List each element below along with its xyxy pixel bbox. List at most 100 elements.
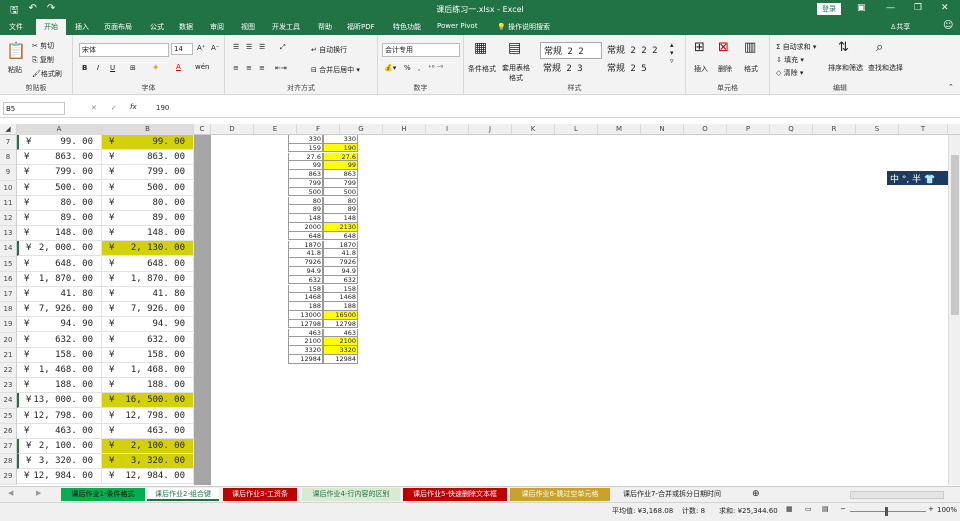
login-button[interactable]: 登录 bbox=[817, 3, 841, 15]
find-select-button[interactable]: 查找和选择 bbox=[868, 63, 903, 73]
sheet-tab-5[interactable]: 课后作业5-快速删除文本框 bbox=[403, 488, 507, 501]
conditional-format-button[interactable]: 条件格式 bbox=[468, 64, 496, 74]
float-cell[interactable]: 190 bbox=[323, 143, 358, 153]
float-cell[interactable]: 1870 bbox=[323, 240, 358, 250]
tab-insert[interactable]: 插入 bbox=[75, 22, 89, 32]
page-break-icon[interactable]: ▤ bbox=[822, 505, 829, 513]
tab-developer[interactable]: 开发工具 bbox=[272, 22, 300, 32]
row-header[interactable]: 9 bbox=[0, 165, 17, 181]
cell-a[interactable]: ¥188. 00 bbox=[17, 378, 102, 394]
float-cell[interactable]: 41.8 bbox=[288, 249, 323, 258]
name-box[interactable]: B5 bbox=[3, 102, 65, 115]
col-header-q[interactable]: Q bbox=[770, 124, 813, 135]
cell-a[interactable]: ¥3, 320. 00 bbox=[17, 454, 102, 470]
row-header[interactable]: 22 bbox=[0, 363, 17, 379]
float-cell[interactable]: 16500 bbox=[323, 311, 358, 320]
wrap-text-button[interactable]: ↵ 自动换行 bbox=[311, 45, 347, 55]
float-cell[interactable]: 7926 bbox=[323, 258, 358, 267]
col-header-s[interactable]: S bbox=[856, 124, 899, 135]
font-size-select[interactable]: 14 bbox=[171, 43, 193, 55]
cut-button[interactable]: ✂ 剪切 bbox=[32, 41, 54, 51]
cell-b[interactable]: ¥16, 500. 00 bbox=[102, 393, 194, 409]
close-icon[interactable]: ✕ bbox=[941, 3, 949, 13]
row-header[interactable]: 14 bbox=[0, 241, 17, 257]
float-cell[interactable]: 330 bbox=[288, 135, 323, 144]
align-center-icon[interactable]: ≡ bbox=[246, 64, 252, 72]
sheet-tab-1[interactable]: 课后作业1-条件格式 bbox=[61, 488, 145, 501]
row-header[interactable]: 11 bbox=[0, 195, 17, 211]
float-cell[interactable]: 12798 bbox=[288, 319, 323, 329]
sort-filter-button[interactable]: 排序和筛选 bbox=[828, 63, 863, 73]
cell-b[interactable]: ¥863. 00 bbox=[102, 150, 194, 166]
cell-b[interactable]: ¥94. 90 bbox=[102, 317, 194, 333]
float-cell[interactable]: 799 bbox=[288, 179, 323, 188]
float-cell[interactable]: 500 bbox=[288, 187, 323, 197]
cell-b[interactable]: ¥463. 00 bbox=[102, 423, 194, 439]
float-cell[interactable]: 27.6 bbox=[323, 152, 358, 162]
float-cell[interactable]: 2130 bbox=[323, 223, 358, 232]
row-header[interactable]: 13 bbox=[0, 226, 17, 242]
tab-features[interactable]: 特色功能 bbox=[393, 22, 421, 32]
float-cell[interactable]: 99 bbox=[288, 161, 323, 170]
row-header[interactable]: 25 bbox=[0, 408, 17, 424]
zoom-in-icon[interactable]: + bbox=[928, 505, 934, 513]
col-header-k[interactable]: K bbox=[512, 124, 555, 135]
smiley-icon[interactable]: ☺ bbox=[943, 20, 953, 31]
cell-a[interactable]: ¥2, 000. 00 bbox=[17, 241, 102, 257]
tab-help[interactable]: 帮助 bbox=[318, 22, 332, 32]
autosum-button[interactable]: Σ 自动求和 ▾ bbox=[776, 42, 816, 52]
cell-a[interactable]: ¥632. 00 bbox=[17, 332, 102, 348]
comma-button[interactable]: , bbox=[418, 64, 420, 72]
row-header[interactable]: 16 bbox=[0, 271, 17, 287]
float-cell[interactable]: 1468 bbox=[288, 293, 323, 302]
row-header[interactable]: 8 bbox=[0, 150, 17, 166]
cell-a[interactable]: ¥863. 00 bbox=[17, 150, 102, 166]
cell-b[interactable]: ¥99. 00 bbox=[102, 135, 194, 150]
tab-data[interactable]: 数据 bbox=[179, 22, 193, 32]
underline-button[interactable]: U bbox=[110, 64, 115, 72]
col-header-t[interactable]: T bbox=[899, 124, 948, 135]
cell-b[interactable]: ¥12, 984. 00 bbox=[102, 469, 194, 485]
cell-b[interactable]: ¥7, 926. 00 bbox=[102, 302, 194, 318]
row-header[interactable]: 15 bbox=[0, 256, 17, 272]
float-cell[interactable]: 7926 bbox=[288, 258, 323, 267]
font-name-select[interactable]: 宋体 bbox=[79, 43, 169, 57]
float-cell[interactable]: 2100 bbox=[288, 337, 323, 346]
float-cell[interactable]: 330 bbox=[323, 135, 358, 144]
style-cell-1[interactable]: 常规 2 2 bbox=[540, 42, 602, 59]
delete-icon[interactable]: ⊠ bbox=[718, 40, 729, 55]
paste-button[interactable]: 粘贴 bbox=[8, 65, 22, 75]
add-sheet-icon[interactable]: ⊕ bbox=[752, 489, 760, 499]
tab-formulas[interactable]: 公式 bbox=[150, 22, 164, 32]
cell-b[interactable]: ¥799. 00 bbox=[102, 165, 194, 181]
currency-icon[interactable]: 💰▾ bbox=[384, 64, 396, 72]
cell-b[interactable]: ¥2, 100. 00 bbox=[102, 439, 194, 454]
float-cell[interactable]: 80 bbox=[288, 196, 323, 206]
float-cell[interactable]: 799 bbox=[323, 179, 358, 188]
cell-a[interactable]: ¥158. 00 bbox=[17, 347, 102, 363]
cell-b[interactable]: ¥80. 00 bbox=[102, 195, 194, 211]
cell-a[interactable]: ¥799. 00 bbox=[17, 165, 102, 181]
float-cell[interactable]: 94.9 bbox=[323, 267, 358, 276]
bold-button[interactable]: B bbox=[82, 64, 87, 72]
enter-icon[interactable]: ✓ bbox=[111, 104, 117, 112]
format-icon[interactable]: ▥ bbox=[744, 40, 756, 55]
cell-b[interactable]: ¥3, 320. 00 bbox=[102, 454, 194, 470]
float-cell[interactable]: 99 bbox=[323, 161, 358, 170]
table-format-icon[interactable]: ▤ bbox=[508, 40, 521, 56]
float-cell[interactable]: 632 bbox=[288, 275, 323, 285]
float-cell[interactable]: 94.9 bbox=[288, 267, 323, 276]
merge-center-button[interactable]: ⊟ 合并后居中 ▾ bbox=[311, 65, 360, 75]
cell-b[interactable]: ¥89. 00 bbox=[102, 211, 194, 226]
minimize-icon[interactable]: — bbox=[886, 3, 895, 13]
format-painter-button[interactable]: 🖌格式刷 bbox=[32, 69, 62, 79]
row-header[interactable]: 17 bbox=[0, 287, 17, 303]
top-align-icon[interactable]: ☰ bbox=[233, 43, 239, 51]
cell-b[interactable]: ¥148. 00 bbox=[102, 226, 194, 242]
cell-a[interactable]: ¥12, 798. 00 bbox=[17, 408, 102, 424]
row-header[interactable]: 29 bbox=[0, 469, 17, 485]
float-cell[interactable]: 648 bbox=[323, 231, 358, 241]
delete-button[interactable]: 删除 bbox=[718, 64, 732, 74]
next-sheet-icon[interactable]: ▶ bbox=[36, 489, 41, 497]
orientation-icon[interactable]: ⤢ bbox=[280, 43, 286, 52]
